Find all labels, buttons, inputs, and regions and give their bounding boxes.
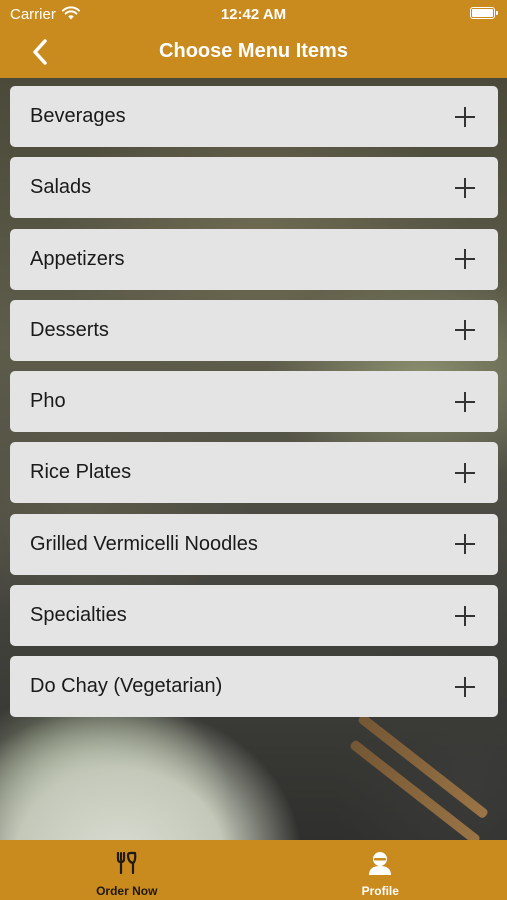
menu-category-label: Do Chay (Vegetarian)	[30, 675, 223, 698]
utensils-icon	[116, 851, 137, 875]
plus-icon[interactable]	[454, 177, 476, 199]
profile-icon	[369, 852, 392, 875]
tab-label: Profile	[361, 884, 399, 898]
plus-icon[interactable]	[454, 676, 476, 698]
menu-category-vegetarian[interactable]: Do Chay (Vegetarian)	[10, 656, 498, 718]
menu-category-salads[interactable]: Salads	[10, 157, 498, 219]
status-bar: Carrier 12:42 AM	[0, 0, 507, 28]
plus-icon[interactable]	[454, 391, 476, 413]
page-title: Choose Menu Items	[159, 40, 348, 62]
menu-category-label: Rice Plates	[30, 461, 132, 484]
menu-category-appetizers[interactable]: Appetizers	[10, 228, 498, 290]
menu-category-label: Specialties	[30, 604, 127, 627]
status-time: 12:42 AM	[220, 6, 287, 23]
menu-category-rice-plates[interactable]: Rice Plates	[10, 442, 498, 504]
battery-level	[472, 9, 493, 17]
menu-category-label: Beverages	[30, 105, 126, 127]
menu-category-beverages[interactable]: Beverages	[10, 86, 498, 147]
plus-icon[interactable]	[454, 106, 476, 128]
plus-icon[interactable]	[454, 462, 476, 484]
menu-category-label: Salads	[30, 176, 92, 199]
menu-category-label: Desserts	[30, 318, 109, 341]
battery-icon	[470, 7, 498, 19]
menu-category-label: Pho	[30, 390, 66, 413]
plus-icon[interactable]	[454, 248, 476, 270]
menu-category-grilled-vermicelli-noodles[interactable]: Grilled Vermicelli Noodles	[10, 513, 498, 575]
navigation-header: Carrier 12:42 AM Choose Menu Items	[0, 0, 507, 78]
menu-category-list: Beverages Salads Appetizers Desserts Pho…	[10, 86, 498, 728]
menu-category-desserts[interactable]: Desserts	[10, 299, 498, 361]
menu-category-pho[interactable]: Pho	[10, 371, 498, 433]
menu-category-label: Appetizers	[30, 247, 125, 270]
tab-order-now[interactable]: Order Now	[0, 840, 254, 900]
plus-icon[interactable]	[454, 605, 476, 627]
tab-bar: Order Now Profile	[0, 840, 507, 900]
plus-icon[interactable]	[454, 533, 476, 555]
menu-category-specialties[interactable]: Specialties	[10, 585, 498, 647]
tab-label: Order Now	[96, 884, 158, 898]
menu-category-label: Grilled Vermicelli Noodles	[30, 532, 258, 555]
tab-profile[interactable]: Profile	[254, 840, 507, 900]
plus-icon[interactable]	[454, 319, 476, 341]
